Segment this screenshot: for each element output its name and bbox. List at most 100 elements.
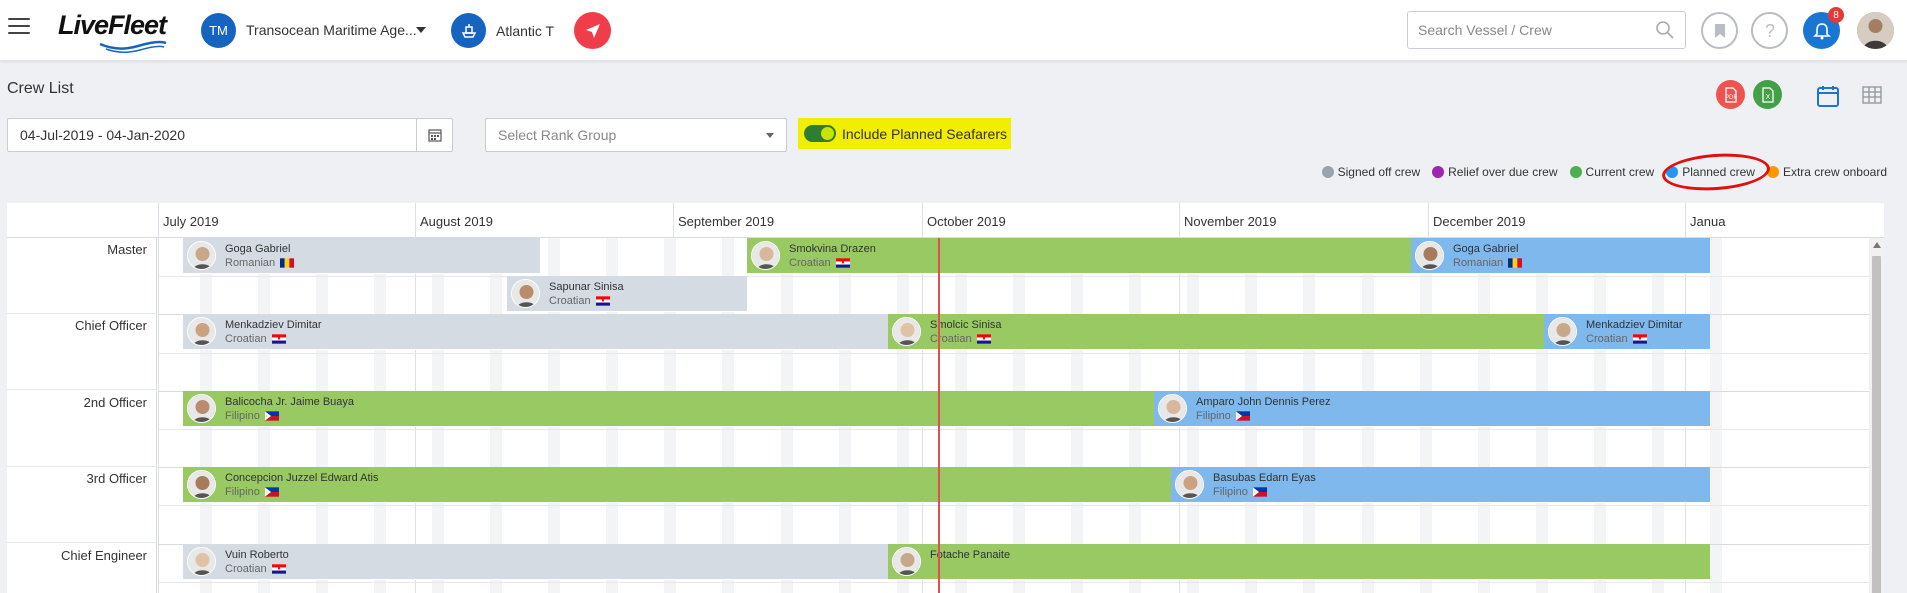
crew-bar[interactable]: Smolcic Sinisa Croatian — [888, 314, 1544, 350]
scrollbar-thumb[interactable] — [1872, 256, 1881, 593]
flag-icon — [271, 334, 286, 344]
nationality-text: Croatian — [225, 333, 267, 345]
crew-name: Amparo John Dennis Perez — [1196, 396, 1331, 408]
crew-avatar — [1175, 470, 1204, 499]
month-header: July 2019 August 2019 September 2019 Octobe… — [7, 203, 1884, 238]
flag-icon — [595, 296, 610, 306]
rank-row: Chief Engineer — [7, 544, 157, 593]
crew-bar[interactable]: Vuin Roberto Croatian — [183, 544, 888, 580]
user-avatar[interactable] — [1857, 12, 1894, 49]
export-pdf-button[interactable]: PDF — [1716, 80, 1745, 109]
rank-column: Master Chief Officer 2nd Officer 3rd Office… — [7, 238, 157, 593]
search-input[interactable] — [1418, 22, 1655, 38]
crew-nationality: Croatian — [549, 295, 610, 307]
svg-text:PDF: PDF — [1725, 95, 1737, 101]
page-title: Crew List — [7, 80, 74, 97]
legend-label: Relief over due crew — [1448, 165, 1558, 179]
bookmark-button[interactable] — [1701, 12, 1738, 49]
crew-name: Smokvina Drazen — [789, 243, 876, 255]
row-divider — [158, 429, 1877, 430]
export-excel-button[interactable]: X — [1753, 80, 1782, 109]
flag-icon — [271, 564, 286, 574]
crew-bar[interactable]: Amparo John Dennis Perez Filipino — [1154, 391, 1710, 427]
crew-nationality: Filipino — [1196, 410, 1250, 422]
rank-group-select[interactable]: Select Rank Group — [485, 118, 787, 152]
vertical-scrollbar[interactable] — [1869, 238, 1884, 593]
legend-label: Signed off crew — [1337, 165, 1421, 179]
rank-label: 3rd Officer — [86, 471, 147, 486]
chevron-down-icon — [766, 132, 774, 138]
scroll-up-icon[interactable] — [1873, 242, 1881, 248]
calendar-picker-button[interactable] — [416, 119, 452, 151]
rank-group-placeholder: Select Rank Group — [498, 127, 617, 143]
top-bar: LiveFleet TM Transocean Maritime Age... … — [0, 0, 1907, 61]
row-divider — [158, 276, 1877, 277]
crew-name: Basubas Edarn Eyas — [1213, 472, 1316, 484]
excel-icon: X — [1761, 86, 1774, 103]
flag-icon — [835, 258, 850, 268]
rank-label: 2nd Officer — [83, 395, 147, 410]
nationality-text: Croatian — [789, 257, 831, 269]
month-label: August 2019 — [420, 214, 494, 229]
crew-bar[interactable]: Sapunar Sinisa Croatian — [507, 276, 747, 312]
menu-icon[interactable] — [8, 18, 30, 36]
month-label: November 2019 — [1184, 214, 1277, 229]
crew-bar[interactable]: Fotache Panaite — [888, 544, 1710, 580]
crew-bar[interactable]: Menkadziev Dimitar Croatian — [1544, 314, 1710, 350]
logo[interactable]: LiveFleet — [58, 10, 168, 54]
month-label: October 2019 — [927, 214, 1006, 229]
crew-bar[interactable]: Goga Gabriel Romanian — [1411, 238, 1710, 274]
row-divider — [158, 505, 1877, 506]
crew-bar[interactable]: Smokvina Drazen Croatian — [747, 238, 1411, 274]
legend-dot — [1569, 166, 1582, 178]
crew-name: Fotache Panaite — [930, 549, 1011, 561]
crew-nationality: Filipino — [225, 410, 279, 422]
crew-bar[interactable]: Basubas Edarn Eyas Filipino — [1171, 467, 1710, 503]
vessel-selector[interactable]: Atlantic T — [451, 13, 554, 48]
crew-name: Smolcic Sinisa — [930, 319, 1002, 331]
calendar-view-button[interactable] — [1816, 84, 1842, 108]
navigation-icon — [585, 23, 600, 38]
crew-nationality: Croatian — [1586, 333, 1647, 345]
legend-item-signed-off: Signed off crew — [1321, 165, 1421, 179]
rank-row: 2nd Officer — [7, 391, 157, 467]
month-divider — [158, 203, 159, 593]
month-label: September 2019 — [678, 214, 775, 229]
table-icon — [1862, 86, 1882, 104]
crew-name: Sapunar Sinisa — [549, 281, 624, 293]
nationality-text: Filipino — [225, 410, 260, 422]
notifications-button[interactable]: 8 — [1803, 7, 1844, 49]
date-range-field[interactable]: 04-Jul-2019 - 04-Jan-2020 — [7, 118, 453, 152]
crew-bar[interactable]: Menkadziev Dimitar Croatian — [183, 314, 888, 350]
crew-timeline: July 2019 August 2019 September 2019 Octobe… — [7, 203, 1884, 593]
rank-row: Master — [7, 238, 157, 314]
flag-icon — [264, 487, 279, 497]
help-icon: ? — [1764, 21, 1774, 41]
month-label: Janua — [1690, 214, 1726, 229]
help-button[interactable]: ? — [1751, 12, 1788, 49]
navigation-arrow-button[interactable] — [574, 12, 611, 49]
rank-row: 3rd Officer — [7, 467, 157, 543]
crew-nationality: Romanian — [1453, 257, 1523, 269]
row-divider — [158, 353, 1877, 354]
calendar-icon — [1817, 86, 1839, 107]
vessel-name: Atlantic T — [496, 22, 555, 39]
date-range-value: 04-Jul-2019 - 04-Jan-2020 — [20, 127, 185, 143]
table-view-button[interactable] — [1861, 84, 1887, 108]
include-planned-toggle[interactable] — [804, 125, 836, 142]
crew-avatar — [187, 317, 216, 346]
week-band — [1710, 238, 1722, 593]
include-planned-toggle-group: Include Planned Seafarers — [798, 118, 1011, 149]
flag-icon — [264, 411, 279, 421]
crew-bar[interactable]: Goga Gabriel Romanian — [183, 238, 540, 274]
crew-nationality: Croatian — [225, 333, 286, 345]
crew-bar[interactable]: Balicocha Jr. Jaime Buaya Filipino — [183, 391, 1154, 427]
rank-row: Chief Officer — [7, 314, 157, 390]
search-box[interactable] — [1407, 11, 1686, 49]
annotation-circle — [1660, 150, 1772, 194]
crew-bar[interactable]: Concepcion Juzzel Edward Atis Filipino — [183, 467, 1171, 503]
crew-avatar — [187, 470, 216, 499]
company-selector[interactable]: TM Transocean Maritime Age... — [201, 12, 426, 48]
search-icon[interactable] — [1655, 20, 1675, 40]
crew-name: Vuin Roberto — [225, 549, 289, 561]
